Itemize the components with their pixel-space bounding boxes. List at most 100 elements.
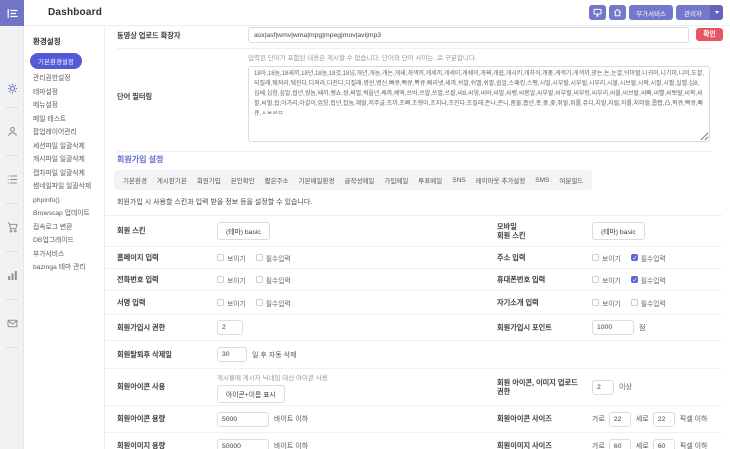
image-size-height-input[interactable] (653, 439, 675, 449)
icon-size-width-input[interactable] (609, 412, 631, 427)
sidebar-item[interactable]: Browscap 업데이트 (24, 207, 104, 221)
checkbox[interactable] (592, 254, 599, 261)
rail-settings-button[interactable] (0, 82, 24, 94)
config-tab[interactable]: SMS (530, 177, 554, 184)
member-settings-table: 회원 스킨 (테마) basic 모바일 회원 스킨 (테마) basic 홈페… (105, 215, 722, 449)
mobile-required-checkbox[interactable]: 필수입력 (631, 275, 666, 285)
config-tab[interactable]: 가입메일 (379, 175, 413, 185)
list-icon (7, 174, 18, 185)
admin-menu-button[interactable]: 관리자 (676, 5, 723, 20)
config-tab[interactable]: 본인확인 (226, 175, 260, 185)
checkbox[interactable] (631, 254, 638, 261)
rail-divider (5, 203, 19, 204)
sidebar-item[interactable]: 세션파일 일괄삭제 (24, 140, 104, 154)
address-required-checkbox[interactable]: 필수입력 (631, 253, 666, 263)
mobile-member-skin-label: 모바일 회원 스킨 (497, 222, 592, 241)
join-point-input[interactable] (592, 320, 634, 335)
join-level-input[interactable] (217, 320, 243, 335)
checkbox[interactable] (592, 276, 599, 283)
sidebar-item[interactable]: DB업그레이드 (24, 234, 104, 248)
sidebar-item[interactable]: 접속로그 변환 (24, 221, 104, 235)
address-show-checkbox[interactable]: 보이기 (592, 253, 621, 263)
rail-stats-button[interactable] (0, 269, 24, 281)
checkbox-label: 필수입력 (266, 298, 291, 308)
mobile-member-skin-select[interactable]: (테마) basic (592, 222, 645, 240)
checkbox[interactable] (217, 276, 224, 283)
sidebar-item[interactable]: 캡차파일 일괄삭제 (24, 167, 104, 181)
image-size-width-input[interactable] (609, 439, 631, 449)
divider (117, 151, 712, 152)
rail-board-button[interactable] (0, 173, 24, 185)
word-filter-help: 입력된 단어가 포함된 내용은 게시할 수 없습니다. 단어와 단어 사이는 ,… (248, 52, 477, 62)
sidebar-item[interactable]: bazinga 테마 관리 (24, 261, 104, 275)
sidebar-item[interactable]: phpinfo() (24, 194, 104, 208)
checkbox[interactable] (217, 299, 224, 306)
config-tab[interactable]: 기본환경 (118, 175, 152, 185)
config-tab[interactable]: SNS (447, 177, 470, 184)
sidebar-toggle-button[interactable] (0, 0, 24, 26)
phone-show-checkbox[interactable]: 보이기 (217, 275, 246, 285)
icon-bytes-input[interactable] (217, 412, 269, 427)
sidebar-item[interactable]: 썸네일파일 일괄삭제 (24, 180, 104, 194)
checkbox[interactable] (256, 276, 263, 283)
member-section-title: 회원가입 설정 (117, 154, 163, 165)
admin-menu-label: 관리자 (676, 5, 710, 20)
checkbox-label: 보이기 (602, 253, 621, 263)
chevron-down-icon[interactable] (710, 5, 723, 20)
config-tab[interactable]: 여분필드 (554, 175, 588, 185)
video-extension-input[interactable] (248, 27, 689, 43)
word-filter-textarea[interactable]: 18아,18놈,18새끼,18년,18놈,18것,18넘,개년,개놈,개뇬,개새… (248, 66, 710, 142)
leave-days-input[interactable] (217, 347, 247, 362)
checkbox[interactable] (631, 299, 638, 306)
desktop-button[interactable] (589, 5, 606, 20)
checkbox-label: 필수입력 (641, 298, 666, 308)
sidebar-item[interactable]: 관리권한설정 (24, 72, 104, 86)
homepage-show-checkbox[interactable]: 보이기 (217, 253, 246, 263)
upload-level-suffix: 이상 (619, 382, 632, 392)
icon-size-height-input[interactable] (653, 412, 675, 427)
sidebar-item[interactable]: 부가서비스 (24, 248, 104, 262)
sidebar-item[interactable]: 메뉴설정 (24, 99, 104, 113)
checkbox[interactable] (592, 299, 599, 306)
icon-size-width-label: 가로 (592, 414, 605, 424)
mail-icon (7, 318, 18, 329)
image-size-height-label: 세로 (636, 441, 649, 449)
config-tab[interactable]: 짧은주소 (260, 175, 294, 185)
config-tab[interactable]: 게시판기본 (152, 175, 192, 185)
sidebar-item[interactable]: 팝업레이어관리 (24, 126, 104, 140)
sidebar-item[interactable]: 테마설정 (24, 86, 104, 100)
signature-required-checkbox[interactable]: 필수입력 (256, 298, 291, 308)
home-button[interactable] (609, 5, 626, 20)
addon-service-button[interactable]: 부가서비스 (629, 5, 673, 20)
sidebar-item[interactable]: 캐시파일 일괄삭제 (24, 153, 104, 167)
member-skin-select[interactable]: (테마) basic (217, 222, 270, 240)
rail-mail-button[interactable] (0, 317, 24, 329)
profile-show-checkbox[interactable]: 보이기 (592, 298, 621, 308)
member-icon-use-select[interactable]: 아이콘+이름 표시 (217, 385, 285, 403)
mobile-show-checkbox[interactable]: 보이기 (592, 275, 621, 285)
image-bytes-input[interactable] (217, 439, 269, 449)
sidebar-item[interactable]: 메일 테스트 (24, 113, 104, 127)
config-tab[interactable]: 글작성메일 (339, 175, 379, 185)
settings-sidebar: 환경설정 기본환경설정 관리권한설정 테마설정 메뉴설정 메일 테스트 팝업레이… (24, 26, 105, 449)
rail-shop-button[interactable] (0, 221, 24, 233)
sidebar-item-basic-config[interactable]: 기본환경설정 (30, 53, 82, 69)
homepage-required-checkbox[interactable]: 필수입력 (256, 253, 291, 263)
signature-show-checkbox[interactable]: 보이기 (217, 298, 246, 308)
rail-divider (5, 347, 19, 348)
checkbox[interactable] (631, 276, 638, 283)
checkbox-label: 보이기 (602, 298, 621, 308)
icon-size-height-label: 세로 (636, 414, 649, 424)
profile-required-checkbox[interactable]: 필수입력 (631, 298, 666, 308)
confirm-button[interactable]: 확인 (696, 28, 723, 41)
rail-members-button[interactable] (0, 125, 24, 137)
config-tab[interactable]: 기본메일환경 (294, 175, 340, 185)
config-tab[interactable]: 레이아웃 추가설정 (471, 175, 531, 185)
checkbox[interactable] (256, 254, 263, 261)
config-tab[interactable]: 회원가입 (192, 175, 226, 185)
config-tab[interactable]: 투표메일 (413, 175, 447, 185)
checkbox[interactable] (217, 254, 224, 261)
upload-level-input[interactable] (592, 380, 614, 395)
phone-required-checkbox[interactable]: 필수입력 (256, 275, 291, 285)
checkbox[interactable] (256, 299, 263, 306)
